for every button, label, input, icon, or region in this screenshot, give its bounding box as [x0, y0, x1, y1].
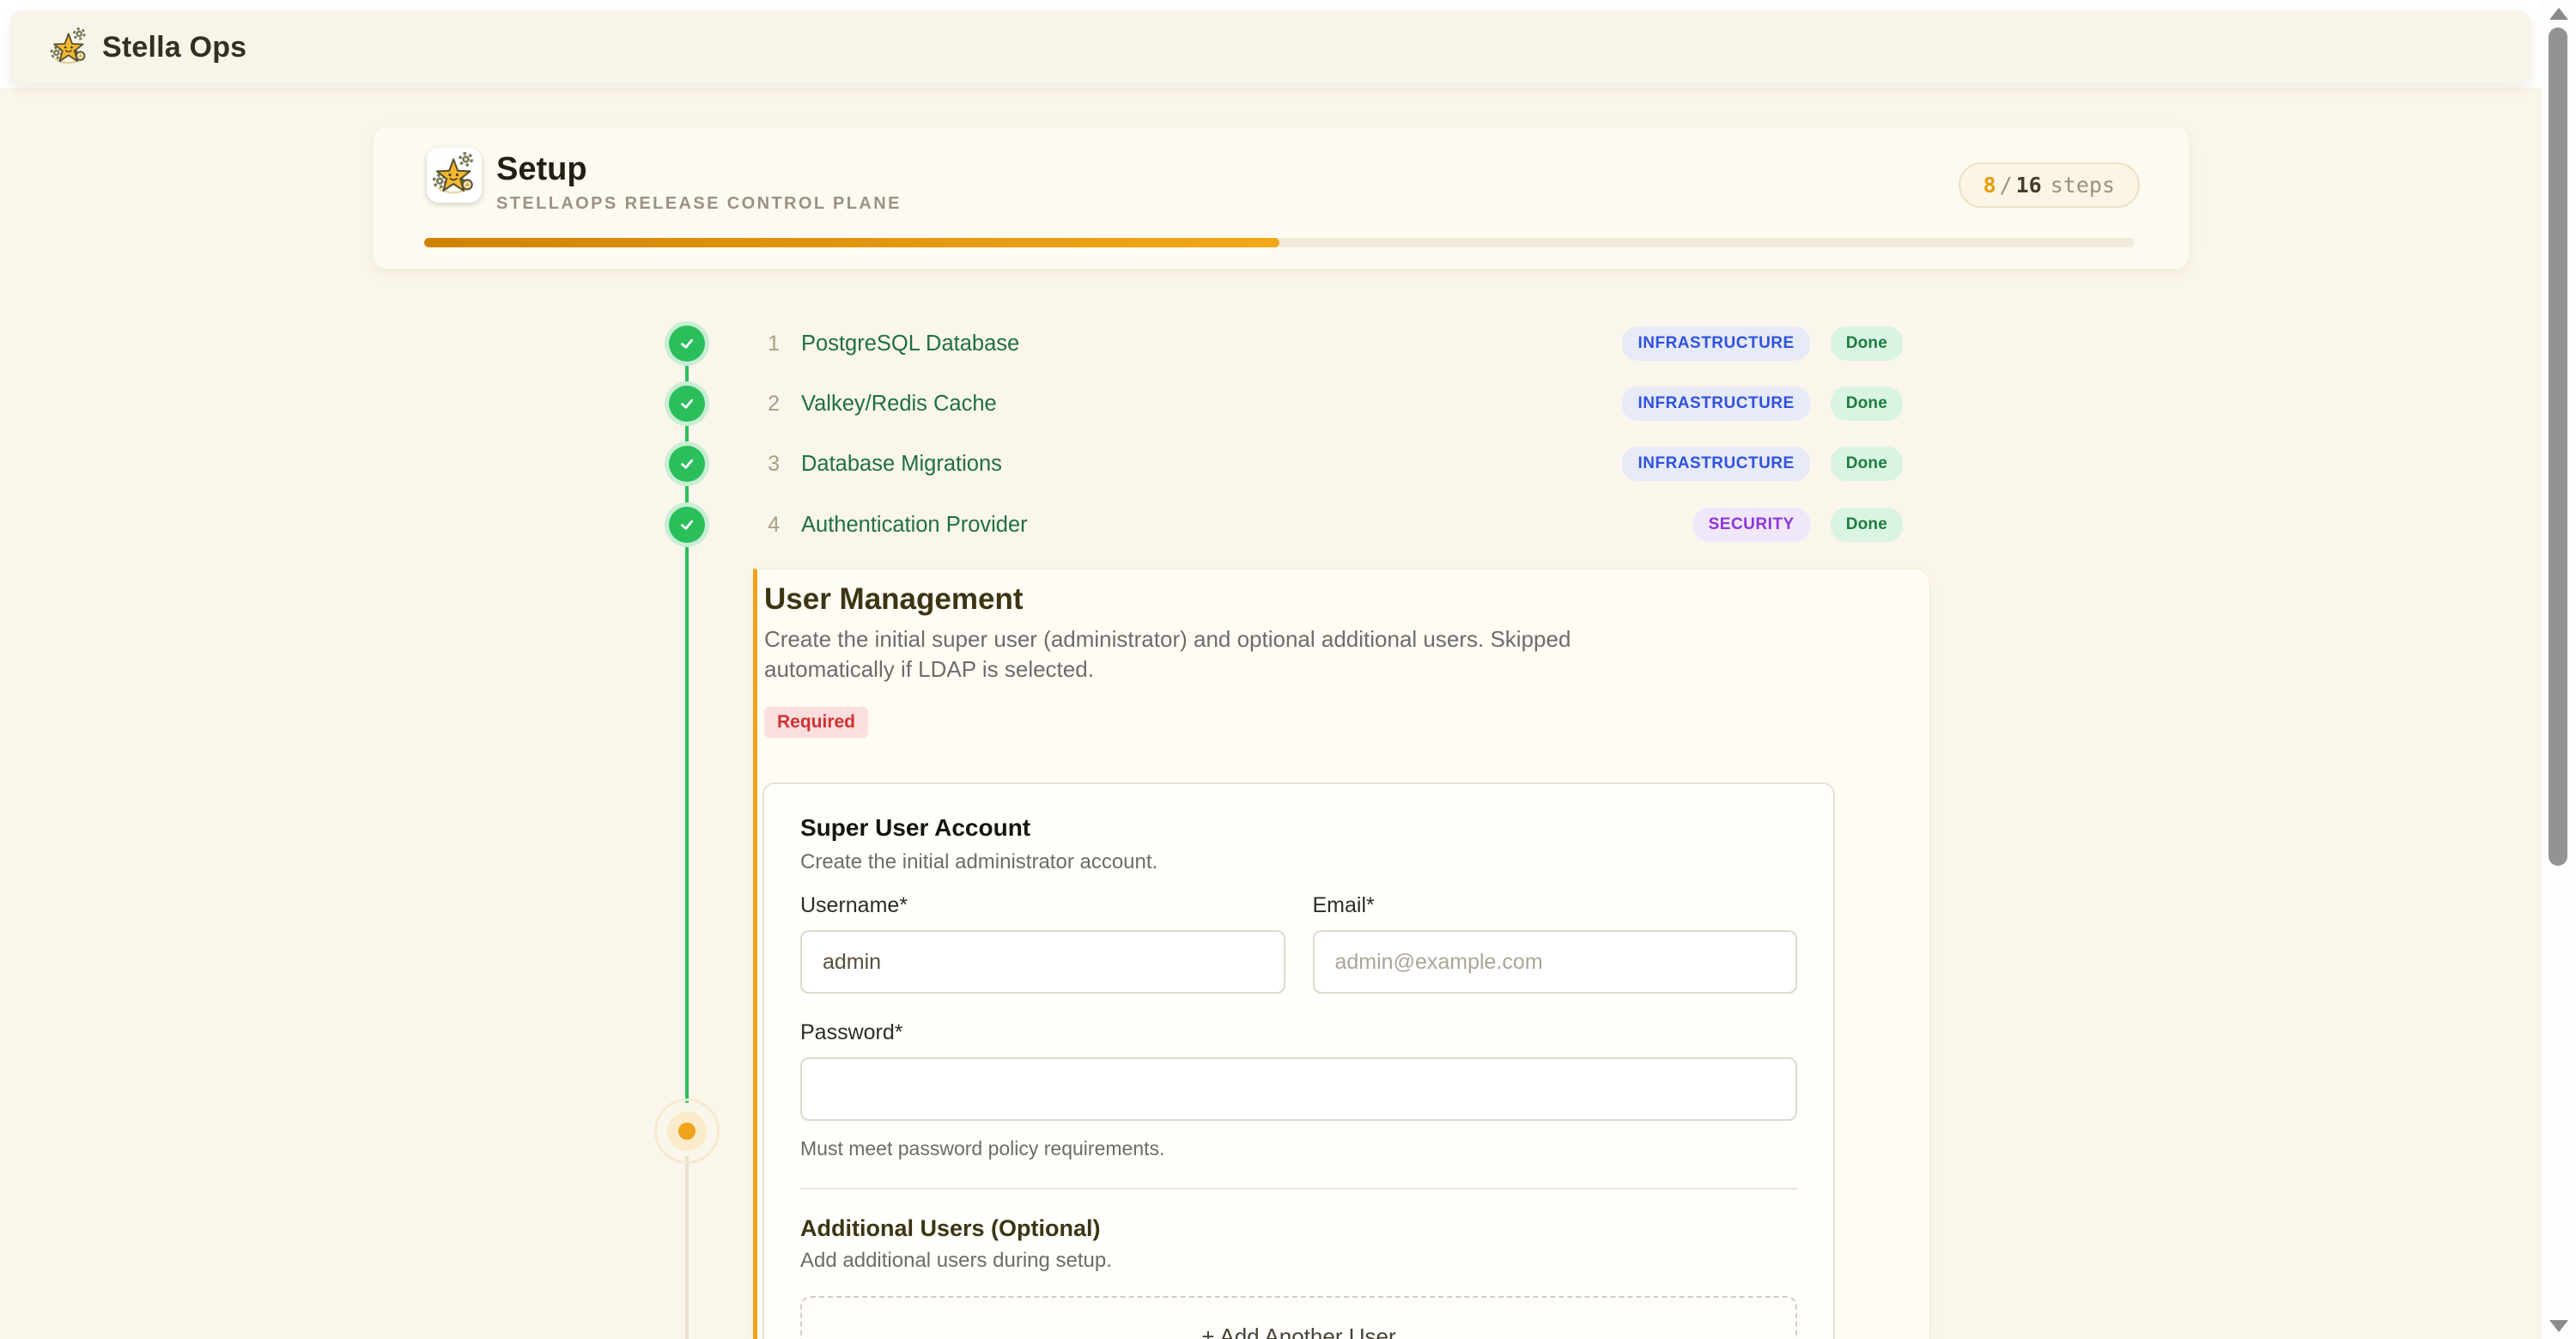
password-field-group: Password* Must meet password policy requ… [800, 1019, 1797, 1160]
step-label: Authentication Provider [801, 513, 1028, 538]
app-screen: Stella Ops Setup STELLAOPS RELEASE CONTR… [0, 0, 2576, 1339]
step-number: 3 [756, 452, 780, 477]
panel-title: User Management [764, 581, 1929, 618]
super-user-description: Create the initial administrator account… [800, 849, 1797, 875]
step-number: 2 [756, 392, 780, 417]
required-badge: Required [764, 707, 868, 738]
status-badge: Done [1831, 326, 1903, 361]
username-field-group: Username* [800, 892, 1285, 994]
username-input[interactable] [800, 930, 1285, 994]
additional-users-description: Add additional users during setup. [800, 1248, 1797, 1274]
step-number: 1 [756, 332, 780, 356]
steps-suffix: steps [2050, 173, 2115, 198]
step-number: 4 [756, 513, 780, 538]
password-help-text: Must meet password policy requirements. [800, 1136, 1797, 1160]
setup-star-icon [431, 152, 477, 198]
scrollbar-down-arrow[interactable] [2549, 1320, 2568, 1332]
setup-progress-track [424, 238, 2135, 247]
add-another-user-button[interactable]: + Add Another User [800, 1296, 1797, 1339]
setup-subtitle: STELLAOPS RELEASE CONTROL PLANE [496, 194, 902, 214]
status-badge: Done [1831, 508, 1903, 542]
steps-separator: / [2000, 173, 2013, 198]
step-row-auth-provider[interactable]: 4 Authentication Provider SECURITY Done [756, 505, 1903, 545]
category-badge: INFRASTRUCTURE [1622, 326, 1809, 361]
setup-title: Setup [496, 152, 902, 186]
step-badges: INFRASTRUCTURE Done [1622, 386, 1903, 421]
step-check-icon [669, 326, 705, 362]
section-divider [800, 1188, 1797, 1190]
step-check-icon [669, 446, 705, 482]
email-field-group: Email* [1313, 892, 1798, 994]
category-badge: INFRASTRUCTURE [1622, 386, 1809, 421]
step-badges: SECURITY Done [1693, 508, 1903, 542]
scrollbar-gutter [2542, 0, 2576, 1339]
email-input[interactable] [1313, 930, 1798, 994]
step-row-db-migrations[interactable]: 3 Database Migrations INFRASTRUCTURE Don… [756, 444, 1903, 484]
top-header-bar: Stella Ops [11, 11, 2530, 83]
step-label: Valkey/Redis Cache [801, 392, 997, 417]
status-badge: Done [1831, 447, 1903, 481]
category-badge: SECURITY [1693, 508, 1810, 542]
step-label: PostgreSQL Database [801, 332, 1019, 356]
timeline-line-upcoming [685, 1156, 689, 1339]
password-input[interactable] [800, 1057, 1797, 1121]
panel-description: Create the initial super user (administr… [764, 624, 1692, 685]
steps-total-count: 16 [2016, 173, 2042, 198]
step-badges: INFRASTRUCTURE Done [1622, 326, 1903, 361]
username-label: Username* [800, 892, 1285, 918]
scrollbar-thumb[interactable] [2549, 27, 2567, 866]
setup-titles: Setup STELLAOPS RELEASE CONTROL PLANE [496, 152, 902, 214]
steps-count-badge: 8 / 16 steps [1959, 162, 2141, 208]
email-label: Email* [1313, 892, 1798, 918]
status-badge: Done [1831, 386, 1903, 421]
step-label: Database Migrations [801, 452, 1002, 477]
category-badge: INFRASTRUCTURE [1622, 447, 1809, 481]
step-check-icon [669, 386, 705, 422]
stella-ops-logo-icon [49, 27, 89, 68]
scrollbar-up-arrow[interactable] [2549, 8, 2568, 20]
step-row-valkey-redis[interactable]: 2 Valkey/Redis Cache INFRASTRUCTURE Done [756, 384, 1903, 423]
brand-name: Stella Ops [102, 31, 246, 64]
step-check-icon [669, 507, 705, 543]
username-email-row: Username* Email* [800, 892, 1797, 994]
steps-done-count: 8 [1984, 173, 1996, 198]
password-label: Password* [800, 1019, 1797, 1045]
setup-progress-card: Setup STELLAOPS RELEASE CONTROL PLANE 8 … [374, 127, 2189, 269]
super-user-form-card: Super User Account Create the initial ad… [762, 782, 1835, 1339]
step-badges: INFRASTRUCTURE Done [1622, 447, 1903, 481]
step-row-postgresql[interactable]: 1 PostgreSQL Database INFRASTRUCTURE Don… [756, 324, 1903, 363]
setup-logo-tile [427, 148, 482, 203]
current-step-dot [678, 1123, 696, 1140]
super-user-heading: Super User Account [800, 813, 1797, 843]
user-management-panel: User Management Create the initial super… [753, 569, 1930, 1339]
setup-progress-fill [424, 238, 1279, 247]
additional-users-heading: Additional Users (Optional) [800, 1214, 1797, 1243]
